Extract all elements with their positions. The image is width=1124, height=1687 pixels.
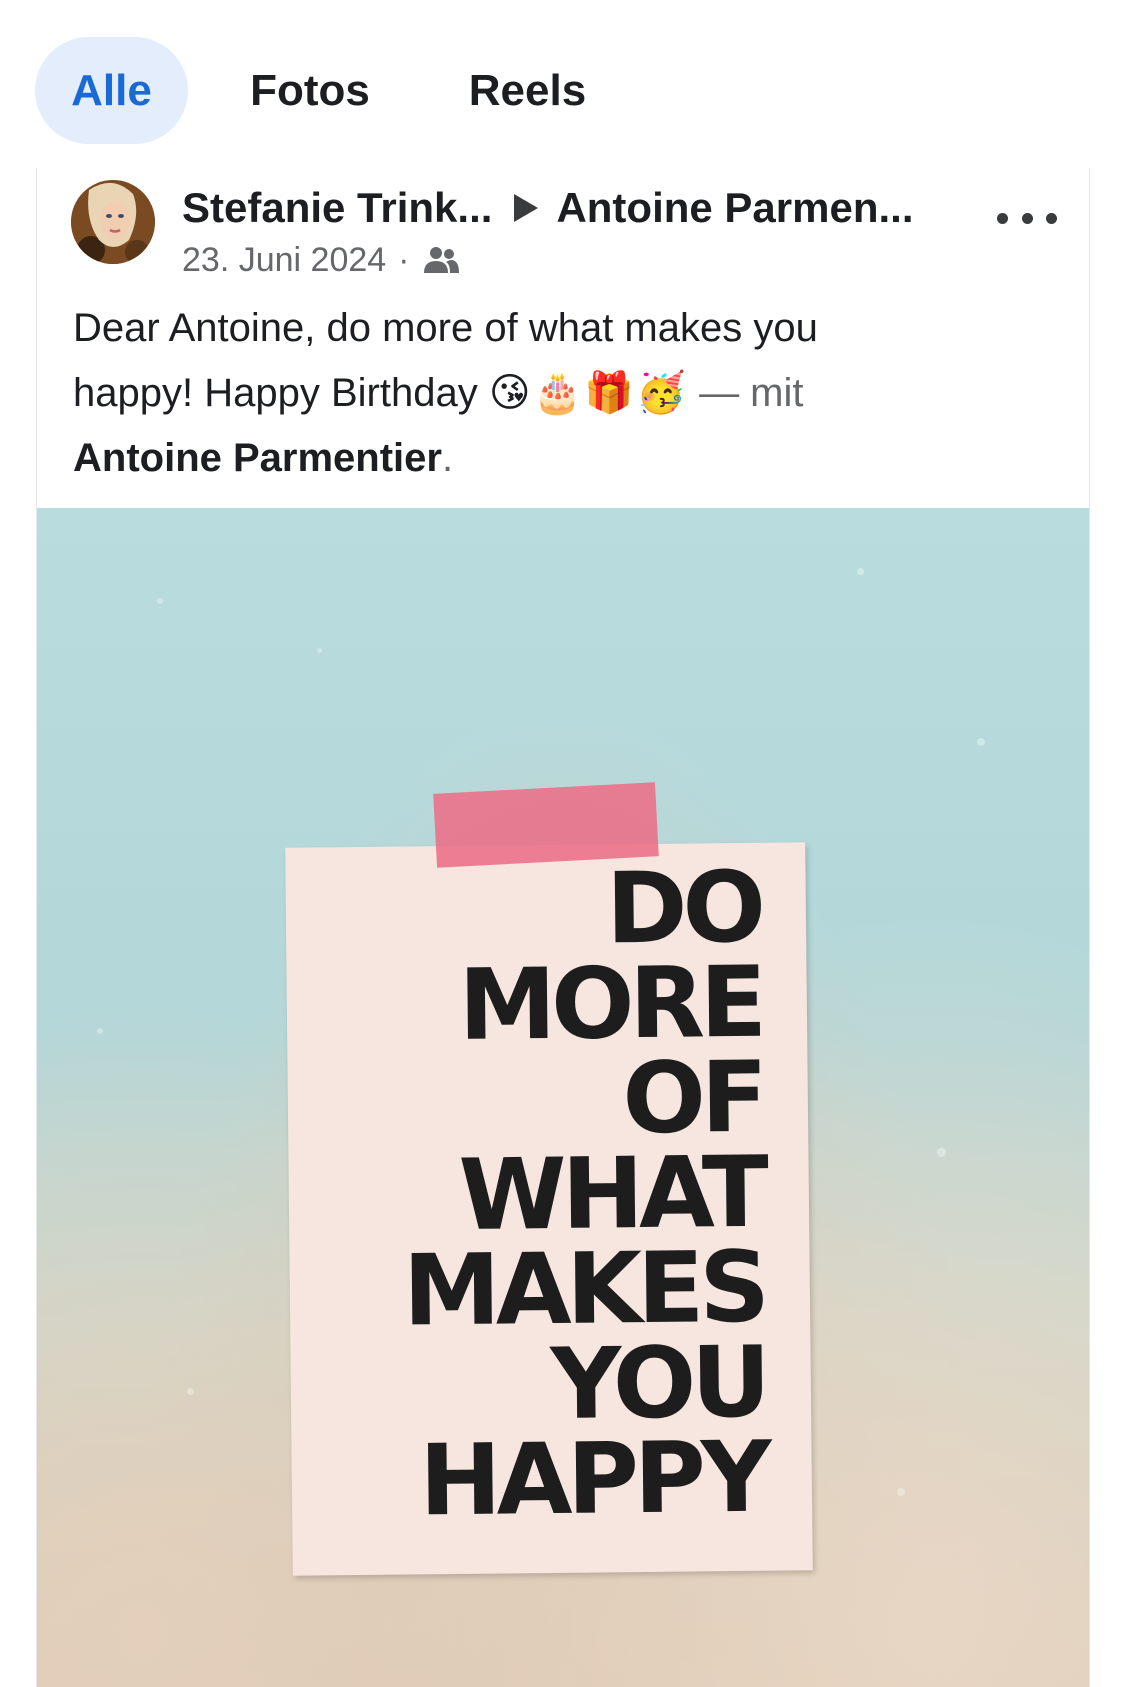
- post-emojis: 😘🎂🎁🥳: [488, 371, 688, 415]
- tagged-person-link[interactable]: Antoine Parmentier: [73, 436, 442, 480]
- with-label: — mit: [699, 371, 804, 415]
- post-period: .: [441, 436, 454, 480]
- recipient-name[interactable]: Antoine Parmen...: [556, 184, 913, 232]
- filter-tabs: Alle Fotos Reels: [0, 0, 1124, 160]
- pink-tape: [433, 782, 659, 868]
- friends-icon[interactable]: [422, 245, 460, 275]
- poster-line: YOU: [549, 1325, 767, 1442]
- wall-texture: [157, 598, 163, 604]
- dot: [1046, 212, 1057, 224]
- wall-texture: [977, 738, 985, 746]
- author-avatar[interactable]: [71, 180, 155, 264]
- wall-texture: [937, 1148, 946, 1157]
- poster-text: DO MORE OF WHAT MAKES YOU HAPPY: [399, 850, 768, 1539]
- post-photo[interactable]: DO MORE OF WHAT MAKES YOU HAPPY: [37, 508, 1089, 1687]
- post-card: Stefanie Trink... Antoine Parmen... 23. …: [36, 168, 1090, 1687]
- post-date[interactable]: 23. Juni 2024: [182, 241, 386, 280]
- poster-line: WHAT: [458, 1135, 765, 1253]
- wall-texture: [97, 1028, 103, 1034]
- post-meta: 23. Juni 2024 ·: [182, 238, 460, 282]
- author-name[interactable]: Stefanie Trink...: [182, 184, 492, 232]
- poster-line: MORE: [458, 945, 763, 1063]
- tab-alle[interactable]: Alle: [35, 37, 188, 144]
- wall-texture: [317, 648, 322, 653]
- tab-fotos[interactable]: Fotos: [230, 37, 390, 144]
- more-options-button[interactable]: [997, 198, 1057, 238]
- poster-line: OF: [621, 1040, 764, 1157]
- post-text-line-2: happy! Happy Birthday 😘🎂🎁🥳 — mit: [73, 361, 1053, 426]
- post-text-line-1: Dear Antoine, do more of what makes you: [73, 306, 818, 350]
- poster-line: HAPPY: [418, 1420, 768, 1539]
- dot: [997, 212, 1008, 224]
- tab-reels[interactable]: Reels: [455, 37, 600, 144]
- wall-texture: [897, 1488, 905, 1496]
- poster-paper: DO MORE OF WHAT MAKES YOU HAPPY: [285, 842, 813, 1576]
- poster-line: MAKES: [402, 1230, 766, 1349]
- avatar-image: [71, 180, 155, 264]
- wall-texture: [187, 1388, 194, 1395]
- arrow-right-icon: [514, 194, 539, 222]
- post-header: Stefanie Trink... Antoine Parmen...: [182, 180, 914, 236]
- post-text-line-3: Antoine Parmentier.: [73, 426, 1053, 491]
- poster-line: DO: [605, 850, 762, 967]
- wall-texture: [857, 568, 864, 575]
- post-text: Dear Antoine, do more of what makes you …: [73, 296, 1053, 491]
- post-text-line-2-main: happy! Happy Birthday: [73, 371, 478, 415]
- meta-separator: ·: [398, 240, 410, 279]
- dot: [1021, 212, 1033, 224]
